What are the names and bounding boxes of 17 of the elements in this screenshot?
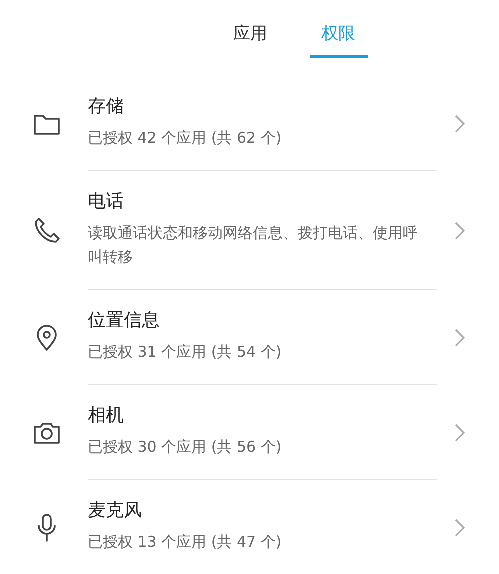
- permission-title: 存储: [88, 95, 125, 118]
- chevron-right-icon[interactable]: [455, 518, 465, 536]
- permission-title: 麦克风: [88, 499, 143, 522]
- permission-title: 电话: [88, 190, 125, 213]
- permission-title: 位置信息: [88, 309, 161, 332]
- permission-summary: 已授权 31 个应用 (共 54 个): [88, 342, 283, 363]
- permission-summary: 读取通话状态和移动网络信息、拨打电话、使用呼叫转移: [88, 223, 418, 268]
- chevron-right-icon[interactable]: [455, 222, 465, 240]
- chevron-right-icon[interactable]: [455, 328, 465, 346]
- permission-summary: 已授权 42 个应用 (共 62 个): [88, 128, 283, 149]
- permission-title: 相机: [88, 404, 125, 427]
- chevron-right-icon[interactable]: [455, 114, 465, 132]
- phone-icon: [32, 216, 62, 246]
- tab[interactable]: 应用: [222, 22, 280, 58]
- permission-summary: 已授权 30 个应用 (共 56 个): [88, 437, 283, 458]
- chevron-right-icon[interactable]: [455, 424, 465, 442]
- permission-summary: 已授权 13 个应用 (共 47 个): [88, 532, 283, 553]
